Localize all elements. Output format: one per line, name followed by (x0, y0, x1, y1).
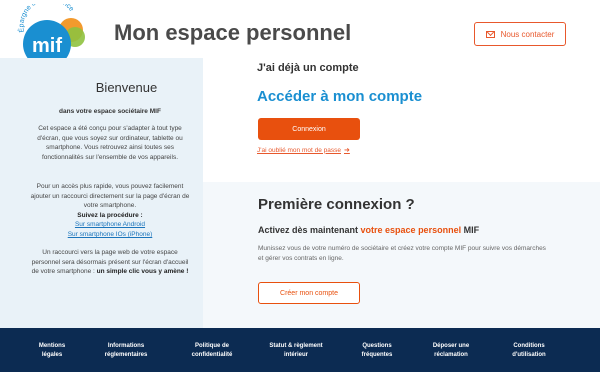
login-section: J'ai déjà un compte Accéder à mon compte… (203, 58, 600, 182)
page-title: Mon espace personnel (114, 20, 352, 45)
first-connection-description: Munissez vous de votre numéro de sociéta… (258, 245, 546, 263)
android-link[interactable]: Sur smartphone Android (28, 220, 192, 230)
access-account-heading: Accéder à mon compte (257, 88, 423, 105)
footer-link-line: Questions (362, 343, 392, 349)
page-header: Épargne & prévoyance mif Mon espace pers… (0, 0, 600, 68)
shortcut-note: Un raccourci vers la page web de votre e… (28, 248, 192, 277)
activate-prefix: Activez dès maintenant (258, 225, 361, 235)
activate-highlight: votre espace personnel (360, 225, 462, 235)
footer-link-line: Informations (107, 343, 145, 349)
footer-link-statut[interactable]: Statut & règlement intérieur (256, 342, 336, 359)
activate-suffix: MIF (461, 225, 480, 235)
footer-link-informations[interactable]: Informations réglementaires (86, 342, 166, 359)
arrow-right-icon: ➜ (343, 147, 350, 154)
page-footer: Mentions légales Informations réglementair… (0, 328, 600, 372)
contact-button-label: Nous contacter (500, 29, 555, 39)
shortcut-block: Pour un accès plus rapide, vous pouvez f… (28, 182, 192, 240)
shortcut-note-bold: un simple clic vous y amène ! (96, 268, 189, 276)
intro-text: Cet espace a été conçu pour s'adapter à … (37, 125, 183, 161)
forgot-password-link[interactable]: J'ai oublié mon mot de passe ➜ (257, 146, 350, 155)
ios-link[interactable]: Sur smartphone IOs (iPhone) (28, 230, 192, 240)
welcome-panel: Bienvenue dans votre espace sociétaire M… (0, 58, 203, 328)
welcome-heading: Bienvenue (95, 80, 158, 95)
footer-link-reclamation[interactable]: Déposer une réclamation (411, 342, 491, 359)
footer-link-line: réclamation (434, 351, 468, 358)
footer-link-line: Politique de (194, 343, 229, 349)
shortcut-text: Pour un accès plus rapide, vous pouvez f… (30, 183, 190, 210)
footer-link-line: réglementaires (104, 351, 148, 358)
footer-link-conditions[interactable]: Conditions d'utilisation (489, 342, 569, 359)
first-connection-heading: Première connexion ? (258, 196, 415, 213)
procedure-label: Suivez la procédure : (77, 211, 143, 219)
footer-link-line: Statut & règlement (269, 343, 323, 349)
footer-link-line: fréquentes (361, 351, 393, 358)
footer-link-line: Mentions (38, 343, 66, 349)
footer-link-confidentialite[interactable]: Politique de confidentialité (172, 342, 252, 359)
activate-text: Activez dès maintenant votre espace pers… (258, 225, 479, 235)
has-account-heading: J'ai déjà un compte (257, 62, 359, 74)
footer-link-line: intérieur (283, 351, 308, 358)
footer-link-questions[interactable]: Questions fréquentes (337, 342, 417, 359)
forgot-password-label: J'ai oublié mon mot de passe (257, 146, 341, 154)
footer-link-line: Déposer une (432, 343, 470, 349)
logo-text: mif (32, 35, 62, 57)
welcome-subheading: dans votre espace sociétaire MIF (59, 108, 161, 115)
contact-button[interactable]: Nous contacter (474, 22, 566, 46)
footer-link-line: d'utilisation (512, 351, 546, 358)
footer-link-line: Conditions (513, 343, 545, 349)
mif-logo[interactable]: Épargne & prévoyance mif (12, 0, 98, 68)
create-account-button[interactable]: Créer mon compte (258, 282, 360, 304)
login-button[interactable]: Connexion (258, 118, 360, 140)
footer-link-line: légales (41, 351, 63, 358)
footer-link-mentions[interactable]: Mentions légales (12, 342, 92, 359)
first-connection-section: Première connexion ? Activez dès mainten… (203, 182, 600, 328)
mail-icon (485, 30, 495, 38)
footer-link-line: confidentialité (191, 351, 233, 358)
